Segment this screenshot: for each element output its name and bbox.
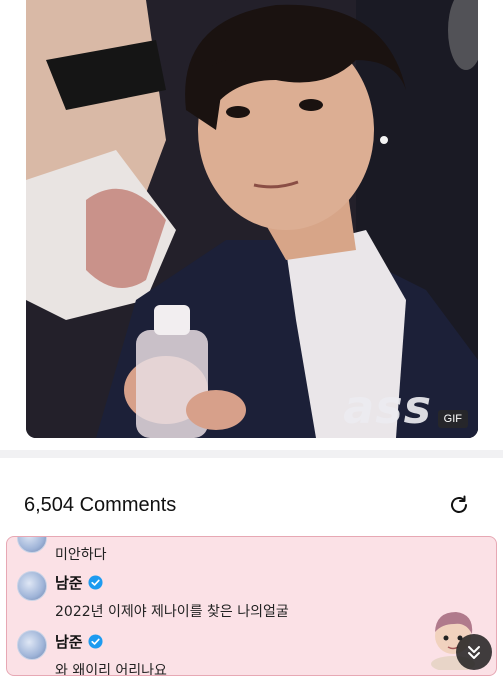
avatar[interactable] <box>17 537 47 553</box>
avatar[interactable] <box>17 630 47 660</box>
comment-author[interactable]: 남준 <box>55 572 103 593</box>
comments-count: 6,504 Comments <box>24 493 177 516</box>
refresh-icon[interactable] <box>445 491 473 519</box>
scroll-down-button[interactable] <box>456 634 492 670</box>
gif-scene-illustration <box>26 0 478 438</box>
author-name: 남준 <box>55 633 83 651</box>
gif-badge: GIF <box>437 410 468 428</box>
comment-author[interactable]: 남준 <box>55 631 103 652</box>
verified-badge-icon <box>88 575 103 590</box>
post-card: ass GIF <box>0 0 503 450</box>
comments-header: 6,504 Comments <box>0 480 503 530</box>
double-chevron-down-icon <box>468 646 480 659</box>
comment-text: 와 왜이리 어리나요 <box>55 663 167 676</box>
author-name: 남준 <box>55 574 83 592</box>
comment-text: 2022년 이제야 제나이를 찾은 나의얼굴 <box>55 604 289 620</box>
verified-badge-icon <box>88 634 103 649</box>
comment-text: 미안하다 <box>55 547 107 563</box>
gif-media[interactable]: ass GIF <box>26 0 478 438</box>
avatar[interactable] <box>17 571 47 601</box>
gif-watermark-text: ass <box>343 380 432 434</box>
section-divider <box>0 450 503 458</box>
highlighted-comments-panel: 미안하다 남준 2022년 이제야 제나이를 찾은 나의얼굴 남준 와 왜이리 … <box>6 536 497 676</box>
